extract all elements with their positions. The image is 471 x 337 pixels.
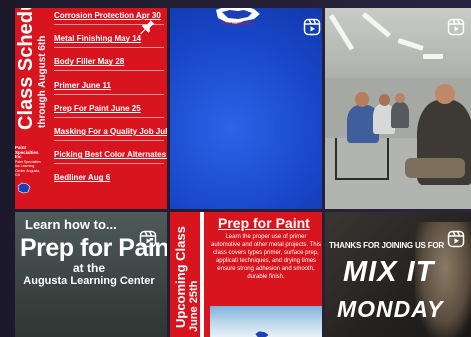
attendee [391,102,409,128]
attendee-legs [405,158,465,178]
divider [54,139,164,141]
flyer-vertical-a: Upcoming Class [173,226,188,328]
video-line-3: at the [72,261,105,275]
ceiling-light [397,38,424,51]
ceiling-light [328,14,355,51]
post-prep-for-paint-flyer[interactable]: Upcoming Class June 25th Prep for Paint … [170,212,322,337]
schedule-item-label: Bedliner Aug 6 [54,173,111,183]
schedule-vertical-subtitle: through August 6th [37,35,48,128]
schedule-item-label: Body Filler May 28 [54,57,125,67]
divider [200,212,204,337]
profile-grid-page: Class Schedule through August 6th Corros… [0,0,471,337]
flyer-vertical-b: June 25th [188,280,200,332]
attendee-head [379,94,390,106]
schedule-item-label: Prep For Paint June 25 [54,103,141,113]
schedule-item: Picking Best Color Alternates Ju [54,150,167,173]
schedule-vertical-heading: Class Schedule through August 6th [15,8,49,132]
schedule-item: Masking For a Quality Job July [54,127,167,150]
company-logo-icon [17,182,31,194]
divider [54,70,164,72]
company-logo-text: Paint Specialties Inc. [221,22,255,26]
reel-icon [447,18,465,36]
schedule-item: Body Filler May 28 [54,57,167,80]
divider [54,163,164,165]
flyer-title: Prep for Paint [218,215,310,231]
post-workshop-photo[interactable] [325,8,471,209]
schedule-list: Corrosion Protection Apr 30 Metal Finish… [54,11,167,197]
schedule-item: Metal Finishing May 14 [54,34,167,57]
attendee-head [395,93,405,103]
schedule-vertical-title: Class Schedule [15,8,37,130]
pin-icon [140,18,155,35]
mix-thanks-text: THANKS FOR JOINING US FOR [329,241,445,250]
schedule-item: Primer June 11 [54,81,167,104]
schedule-item-label: Masking For a Quality Job July [54,126,167,136]
divider [54,47,164,49]
schedule-item-label: Metal Finishing May 14 [54,34,142,44]
mix-it-text: MIX IT [343,256,435,288]
schedule-item: Prep For Paint June 25 [54,104,167,127]
reel-icon [139,230,157,248]
chair [335,138,389,180]
reel-icon [447,230,465,248]
post-class-schedule[interactable]: Class Schedule through August 6th Corros… [15,8,167,209]
post-grid: Class Schedule through August 6th Corros… [15,8,471,337]
company-logo-icon: Paint Specialties Inc. [216,8,260,26]
flyer-body: Learn the proper use of primer automotiv… [211,234,321,280]
divider [54,116,164,118]
schedule-item-label: Picking Best Color Alternates Ju [54,150,167,160]
schedule-footer: Paint Specialties Inc Paint Specialties … [15,145,45,178]
post-prep-for-paint-video[interactable]: Learn how to... Prep for Paint at the Au… [15,212,167,337]
company-logo-icon [254,330,270,337]
attendee-head [355,92,369,107]
schedule-item-label: Primer June 11 [54,80,111,90]
ceiling-light [361,12,392,38]
schedule-item: Bedliner Aug 6 [54,173,167,196]
post-reel-blue[interactable]: Paint Specialties Inc. [170,8,322,209]
post-mix-it-monday[interactable]: THANKS FOR JOINING US FOR MIX IT MONDAY [325,212,471,337]
reel-icon [303,18,321,36]
monday-text: MONDAY [337,296,444,322]
attendee-head [435,84,455,104]
schedule-footer-text: Paint Specialties Inc Learning Center Au… [15,159,41,178]
video-line-1: Learn how to... [25,217,117,232]
schedule-footer-heading: Paint Specialties Inc [15,145,39,159]
video-line-4: Augusta Learning Center [23,275,155,287]
divider [54,93,164,95]
ceiling-light [423,54,443,59]
